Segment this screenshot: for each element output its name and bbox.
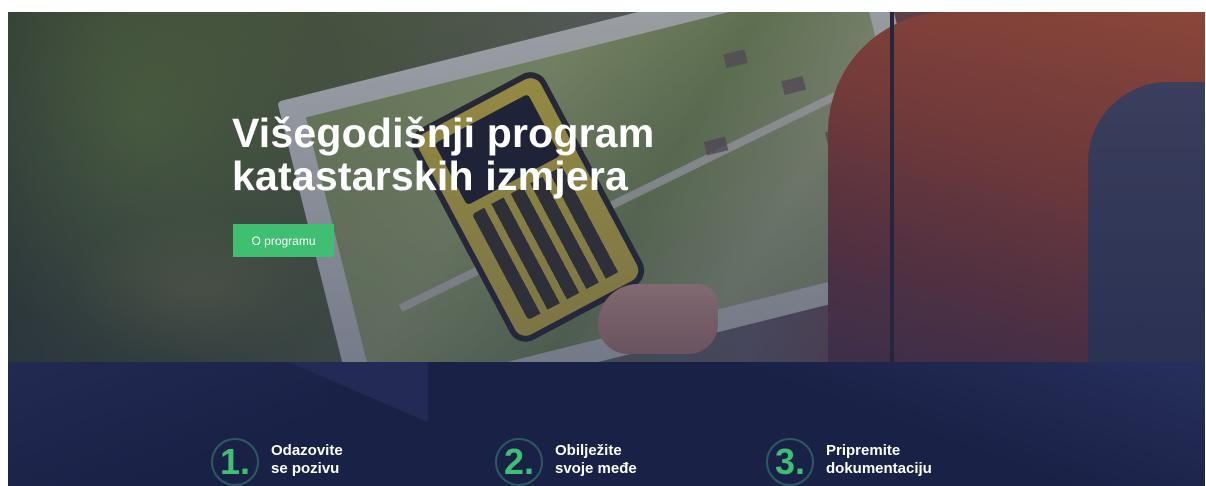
step-number: 2. bbox=[495, 438, 543, 486]
steps-section: 1. Odazovite se pozivu 2. Obilježite svo… bbox=[8, 362, 1205, 486]
step-label: Odazovite se pozivu bbox=[271, 442, 343, 477]
decorative-shape bbox=[288, 362, 428, 422]
about-program-button[interactable]: O programu bbox=[233, 224, 334, 257]
page: Višegodišnji program katastarskih izmjer… bbox=[8, 12, 1205, 486]
step-label: Obilježite svoje međe bbox=[555, 442, 637, 477]
step-number: 1. bbox=[211, 438, 259, 486]
step-number: 3. bbox=[766, 438, 814, 486]
hero-title: Višegodišnji program katastarskih izmjer… bbox=[232, 110, 655, 199]
hero-banner: Višegodišnji program katastarskih izmjer… bbox=[8, 12, 1205, 362]
step-label: Pripremite dokumentaciju bbox=[826, 442, 932, 477]
